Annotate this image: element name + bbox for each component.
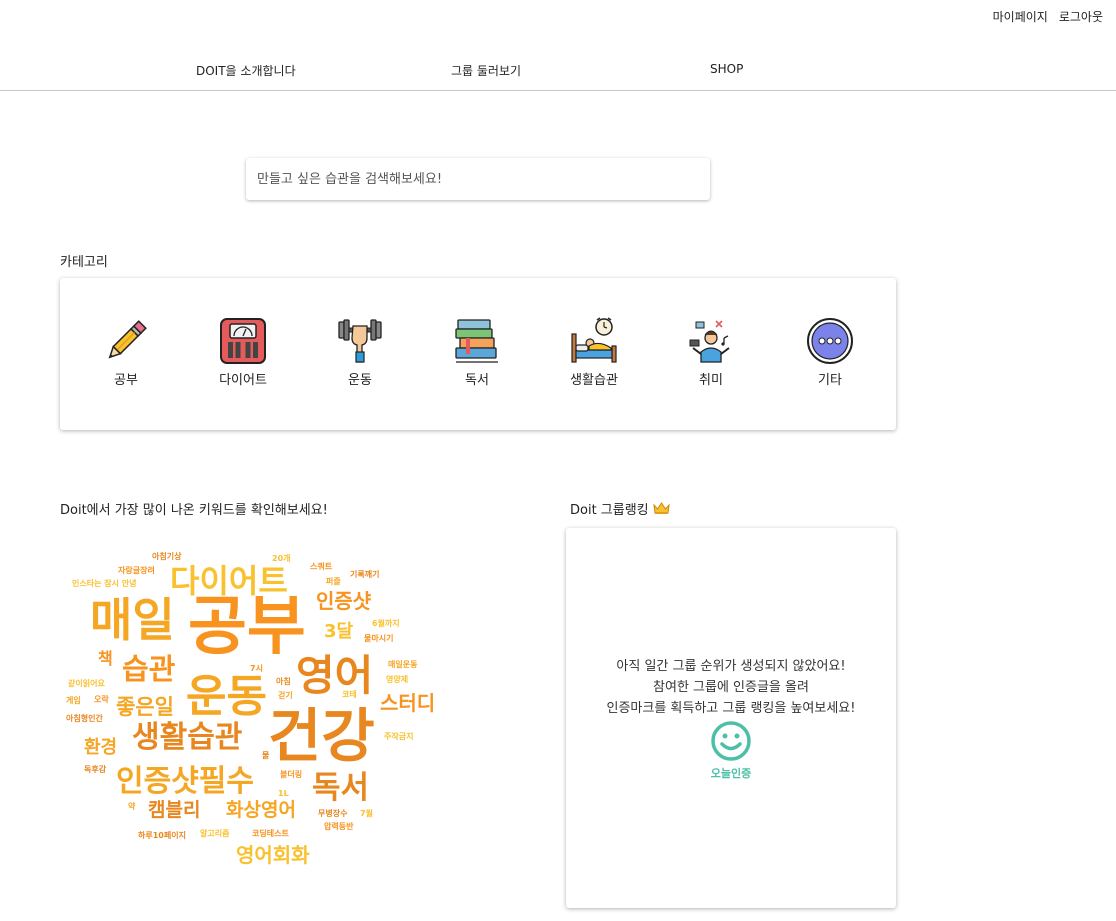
category-etc[interactable]: 기타 xyxy=(780,316,880,388)
nav-about[interactable]: DOIT을 소개합니다 xyxy=(196,62,296,79)
dumbbell-icon xyxy=(338,319,382,363)
keyword-word: 압력등반 xyxy=(324,822,354,831)
category-hobby[interactable]: 취미 xyxy=(661,316,761,388)
keyword-word: 물 xyxy=(262,751,270,760)
nav-shop[interactable]: SHOP xyxy=(710,62,743,76)
keyword-word: 3달 xyxy=(324,621,354,642)
keyword-word: 하루10페이지 xyxy=(138,831,186,840)
keyword-word: 아침기상 xyxy=(152,552,182,561)
keyword-word: 영양제 xyxy=(386,675,409,684)
keyword-word: 영어회화 xyxy=(236,843,310,867)
keyword-word: 인증샷필수 xyxy=(116,764,254,799)
keyword-word: 퍼즐 xyxy=(326,577,341,586)
keyword-word: 주작금지 xyxy=(384,732,414,741)
category-label: 운동 xyxy=(348,373,372,388)
ranking-message-line: 인증마크를 획득하고 그룹 랭킹을 높여보세요! xyxy=(606,701,856,716)
category-label: 공부 xyxy=(114,373,138,388)
today-cert-button[interactable]: 오늘인증 xyxy=(566,765,896,781)
category-diet[interactable]: 다이어트 xyxy=(193,316,293,388)
category-label: 생활습관 xyxy=(570,373,618,388)
keyword-word: 6월까지 xyxy=(372,619,400,628)
ranking-message: 아직 일간 그룹 순위가 생성되지 않았어요! 참여한 그룹에 인증글을 올려 … xyxy=(566,656,896,719)
keyword-cloud: 공부 매일건강 다이어트영어 운동 생활습관인증샷필수 습관독서 좋은일 인증샷 3달스터디환경… xyxy=(60,545,460,875)
keyword-word: 같이읽어요 xyxy=(68,679,105,688)
category-label: 다이어트 xyxy=(219,373,267,388)
keyword-word: 7월 xyxy=(360,809,373,818)
ranking-card: 아직 일간 그룹 순위가 생성되지 않았어요! 참여한 그룹에 인증글을 올려 … xyxy=(566,528,896,908)
category-title: 카테고리 xyxy=(60,255,108,270)
keyword-word: 약 xyxy=(128,802,136,811)
keyword-word: 좋은일 xyxy=(116,695,174,719)
keyword-word: 코테 xyxy=(342,690,357,699)
keyword-word: 알고리즘 xyxy=(200,829,230,838)
ranking-title: Doit 그룹랭킹 xyxy=(570,499,670,518)
ranking-message-line: 참여한 그룹에 인증글을 올려 xyxy=(653,680,809,695)
keyword-word: 습관 xyxy=(122,652,176,686)
keyword-word: 스터디 xyxy=(380,691,436,715)
category-exercise[interactable]: 운동 xyxy=(310,316,410,388)
keyword-word: 건강 xyxy=(268,702,375,770)
category-study[interactable]: 공부 xyxy=(76,316,176,388)
keyword-word: 아침 xyxy=(276,677,291,686)
keyword-word: 걷기 xyxy=(278,691,293,700)
keyword-cloud-title: Doit에서 가장 많이 나온 키워드를 확인해보세요! xyxy=(60,503,328,518)
smile-icon[interactable] xyxy=(710,720,752,762)
keyword-word: 스쿼트 xyxy=(310,562,333,571)
keyword-word: 물마시기 xyxy=(364,634,394,643)
keyword-word: 다이어트 xyxy=(170,562,288,600)
nav-groups[interactable]: 그룹 둘러보기 xyxy=(451,62,521,79)
ranking-message-line: 아직 일간 그룹 순위가 생성되지 않았어요! xyxy=(616,659,846,674)
category-card: 공부 다이어트 운동 독서 생활습관 취미 기타 xyxy=(60,278,896,430)
hobby-icon xyxy=(689,320,730,363)
keyword-word: 아침형인간 xyxy=(66,714,103,723)
keyword-word: 매일 xyxy=(90,593,175,647)
keyword-word: 기록깨기 xyxy=(350,570,380,579)
keyword-word: 캠블리 xyxy=(148,799,201,821)
category-label: 기타 xyxy=(818,373,842,388)
keyword-word: 인스타는 잠시 안녕 xyxy=(72,579,137,588)
keyword-word: 화상영어 xyxy=(226,799,296,821)
keyword-word: 생활습관 xyxy=(132,720,243,755)
keyword-word: 자랑글장려 xyxy=(118,566,155,575)
keyword-word: 오락 xyxy=(94,695,109,704)
keyword-word: 책 xyxy=(98,649,113,668)
category-reading[interactable]: 독서 xyxy=(427,316,527,388)
keyword-word: 블더링 xyxy=(280,770,303,779)
category-lifestyle[interactable]: 생활습관 xyxy=(544,316,644,388)
keyword-word: 운동 xyxy=(186,671,267,722)
scale-icon xyxy=(220,318,266,364)
keyword-word: 게임 xyxy=(66,696,81,705)
main-nav: DOIT을 소개합니다 그룹 둘러보기 SHOP xyxy=(0,0,1116,91)
keyword-word: 코딩테스트 xyxy=(252,829,289,838)
keyword-word: 환경 xyxy=(84,737,118,758)
keyword-word: 독후감 xyxy=(84,765,107,774)
keyword-word: 인증샷 xyxy=(316,589,372,613)
keyword-word: 7시 xyxy=(250,664,263,673)
keyword-word: 매일운동 xyxy=(388,660,418,669)
keyword-word: 영어 xyxy=(296,651,374,700)
keyword-word: 무병장수 xyxy=(318,809,348,818)
keyword-word: 1L xyxy=(278,789,289,798)
keyword-word: 공부 xyxy=(188,590,306,664)
keyword-word: 독서 xyxy=(312,770,370,806)
habit-search-box[interactable] xyxy=(246,158,710,200)
more-icon xyxy=(807,318,853,364)
category-label: 독서 xyxy=(465,373,489,388)
keyword-word: 20개 xyxy=(272,554,291,563)
habit-search-input[interactable] xyxy=(257,171,699,187)
ranking-title-text: Doit 그룹랭킹 xyxy=(570,503,649,518)
category-label: 취미 xyxy=(699,373,723,388)
books-icon xyxy=(455,319,498,363)
crown-icon xyxy=(653,502,670,514)
bed-alarm-icon xyxy=(571,317,617,363)
pencil-icon xyxy=(108,320,147,359)
